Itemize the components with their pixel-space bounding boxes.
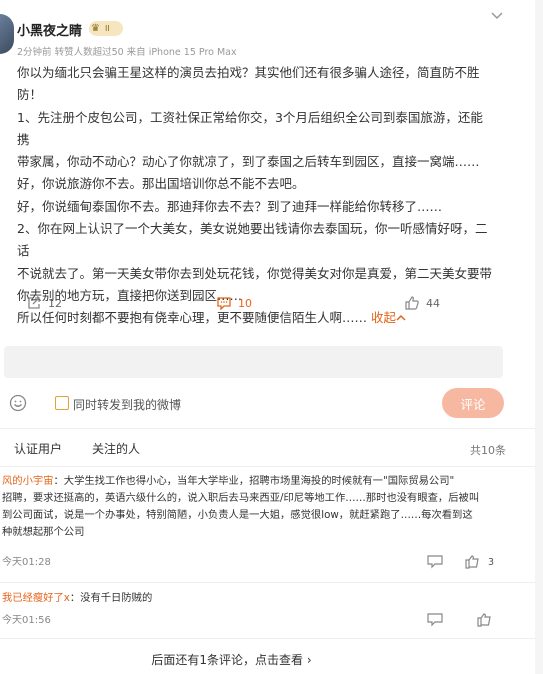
comment-text: ：没有千日防贼的 (69, 592, 153, 604)
repost-checkbox[interactable] (55, 396, 69, 410)
emoji-icon[interactable] (9, 394, 27, 412)
comment-icon[interactable] (427, 613, 443, 627)
comment-text: ：大学生找工作也得小心，当年大学毕业，招聘市场里海投的时候就有一"国际贸易公司" (53, 475, 455, 487)
content-line: 防！ (17, 87, 43, 103)
comment-filter-tabs: 认证用户 关注的人 (0, 440, 543, 458)
comment-line: 种就想起那个公司 (2, 526, 85, 538)
comment-item: 我已经瘦好了x：没有千日防贼的 (2, 590, 502, 607)
chevron-down-icon[interactable] (488, 8, 506, 26)
content-line: 好，你说旅游你不去。那出国培训你总不能不去吧。 (17, 176, 305, 192)
divider (0, 582, 543, 583)
comment-username[interactable]: 我已经瘦好了x (2, 592, 70, 604)
avatar[interactable] (0, 14, 14, 54)
content-line: 1、先注册个皮包公司，工资社保正常给你交，3个月后组织全公司到泰国旅游，还能携 (17, 109, 483, 147)
comment-line: 到公司面试，说是一个办事处，特别简陋，小负责人是一大姐，感觉很low，就赶紧跑了… (2, 509, 473, 521)
divider (0, 638, 543, 639)
submit-comment-button[interactable]: 评论 (442, 388, 504, 418)
divider (0, 428, 543, 429)
tab-verified-users[interactable]: 认证用户 (14, 440, 62, 457)
post-meta: 2分钟前 转赞人数超过50 来自 iPhone 15 Pro Max (17, 47, 237, 58)
divider (0, 466, 543, 467)
content-line: 带家属，你动不动心？动心了你就凉了，到了泰国之后转车到园区，直接一窝端…… (17, 154, 480, 170)
thumbs-up-icon (405, 296, 419, 310)
content-line: 不说就去了。第一天美女带你去到处玩花钱，你觉得美女对你是真爱，第二天美女要带 (17, 265, 493, 281)
thumbs-up-icon[interactable] (465, 555, 481, 569)
show-more-comments-link[interactable]: 后面还有1条评论，点击查看 › (0, 651, 463, 668)
comment-line: 招聘，要求还挺高的，英语六级什么的，说入职后去马来西亚/印尼等地工作……那时也没… (2, 492, 480, 504)
content-line: 2、你在网上认识了一个大美女，美女说她要出钱请你去泰国玩，你一听感情好呀，二话 (17, 221, 488, 259)
like-count: 44 (426, 296, 440, 310)
content-line: 你以为缅北只会骗王星这样的演员去拍戏？其实他们还有很多骗人途径，简直防不胜 (17, 65, 480, 80)
repost-button[interactable]: 12 (27, 296, 62, 310)
post-content: 你以为缅北只会骗王星这样的演员去拍戏？其实他们还有很多骗人途径，简直防不胜 防！… (17, 62, 495, 330)
comment-icon (217, 297, 231, 310)
like-button[interactable]: 44 (405, 296, 440, 310)
crown-icon: ♛ (91, 22, 100, 34)
comment-time: 今天01:56 (2, 615, 51, 626)
comment-icon[interactable] (427, 555, 443, 569)
repost-checkbox-label: 同时转发到我的微博 (73, 398, 182, 412)
comment-username[interactable]: 风的小宇宙 (2, 475, 53, 487)
comment-input[interactable] (4, 346, 503, 378)
post-username[interactable]: 小黑夜之睛 (17, 20, 82, 39)
member-badge[interactable]: ♛ II (89, 21, 123, 36)
content-line: 好，你说缅甸泰国你不去。那迪拜你去不去？到了迪拜一样能给你转移了…… (17, 198, 443, 214)
comment-button[interactable]: 10 (217, 296, 252, 310)
badge-level: II (105, 24, 110, 33)
comment-total: 共10条 (470, 444, 506, 457)
comment-time: 今天01:28 (2, 557, 51, 568)
post-actions: 12 10 44 (0, 296, 543, 316)
share-icon (28, 297, 40, 309)
comment-line: 风的小宇宙：大学生找工作也得小心，当年大学毕业，招聘市场里海投的时候就有一"国际… (2, 473, 502, 490)
repost-count: 12 (48, 296, 62, 310)
comment-count: 10 (238, 296, 252, 310)
scrollbar[interactable] (535, 0, 543, 674)
tab-following[interactable]: 关注的人 (92, 440, 140, 457)
comment-like-count: 3 (488, 557, 495, 568)
comment-item: 风的小宇宙：大学生找工作也得小心，当年大学毕业，招聘市场里海投的时候就有一"国际… (2, 473, 502, 541)
thumbs-up-icon[interactable] (477, 613, 493, 627)
comment-line: 我已经瘦好了x：没有千日防贼的 (2, 590, 502, 607)
